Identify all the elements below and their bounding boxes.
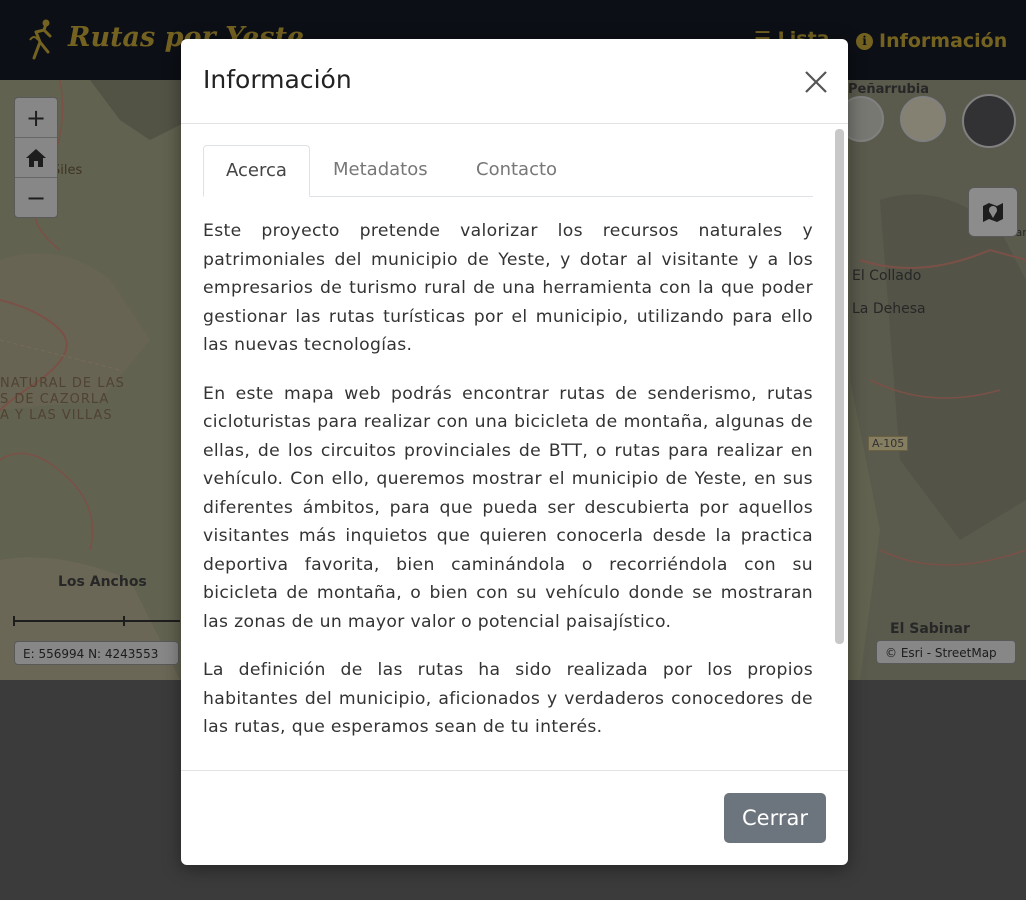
modal-title: Información [203,65,352,94]
tab-contacto[interactable]: Contacto [454,145,579,197]
modal-body[interactable]: Acerca Metadatos Contacto Este proyecto … [181,125,848,770]
modal-header: Información [181,39,848,124]
about-paragraph: Este proyecto pretende valorizar los rec… [203,221,813,355]
tab-metadatos[interactable]: Metadatos [311,145,450,197]
close-button[interactable]: Cerrar [724,793,826,843]
tab-acerca[interactable]: Acerca [203,145,310,197]
info-modal: Información Acerca Metadatos Contacto Es… [181,39,848,865]
about-paragraph: La definición de las rutas ha sido reali… [203,660,813,737]
about-content: Este proyecto pretende valorizar los rec… [203,217,813,762]
about-paragraph: En este mapa web podrás encontrar rutas … [203,383,813,632]
info-tabs: Acerca Metadatos Contacto [203,145,813,197]
close-icon[interactable] [801,67,831,97]
modal-footer: Cerrar [181,770,848,865]
modal-scrollbar[interactable] [835,129,844,644]
